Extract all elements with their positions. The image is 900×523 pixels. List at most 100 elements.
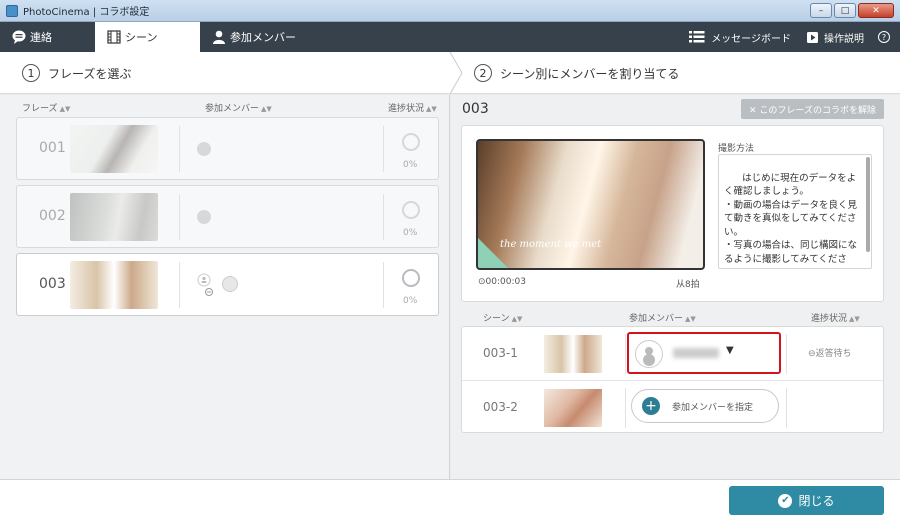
sort-icon: ▲▼ [849,315,860,323]
step-1: 1 フレーズを選ぶ [22,52,131,94]
divider [625,388,626,428]
step-1-number: 1 [22,64,40,82]
divider [179,262,180,308]
scene-members-header-label: 参加メンバー [629,314,684,324]
video-caption: the moment we met [500,239,602,250]
progress-column-header[interactable]: 進捗状況 ▲▼ [388,101,437,114]
play-icon [807,31,818,43]
phrase-thumbnail [70,125,158,173]
scene-detail-card: the moment we met ⊙00:00:03 从8拍 撮影方法 はじめ… [461,125,884,302]
progress-ring-icon [402,269,420,287]
plus-icon: + [642,397,660,415]
footer: ✔ 閉じる [0,479,900,523]
progress-ring-icon [402,133,420,151]
assign-member-label: 参加メンバーを指定 [672,402,754,413]
progress-percent: 0% [403,228,418,238]
member-placeholder-icon [222,276,238,292]
divider [625,334,626,374]
app-icon [6,4,18,17]
sort-icon: ▲▼ [426,105,437,113]
shooting-method-content: はじめに現在のデータをよく確認しましょう。 ・動画の場合はデータを良く見て動きを… [724,172,858,269]
tab-members-label: 参加メンバー [230,31,296,44]
scene-column-header[interactable]: シーン ▲▼ [483,311,522,324]
progress-percent: 0% [403,296,418,306]
progress-ring-icon [402,201,420,219]
sort-icon: ▲▼ [59,105,71,113]
phrase-row-002[interactable]: 002 0% [16,185,439,248]
members-column-header[interactable]: 参加メンバー ▲▼ [205,101,272,114]
phrase-panel: フレーズ ▲▼ 参加メンバー ▲▼ 進捗状況 ▲▼ 001 0% 002 0% 003 [0,95,450,479]
scene-row-003-1[interactable]: 003-1 ▼ ⊖返答待ち [462,327,883,380]
tab-contact[interactable]: 連絡 [0,22,95,52]
beat-count: 从8拍 [676,280,700,290]
shooting-method-text[interactable]: はじめに現在のデータをよく確認しましょう。 ・動画の場合はデータを良く見て動きを… [718,154,872,269]
step-2-number: 2 [474,64,492,82]
window-controls: – □ ✕ [810,3,894,18]
minimize-button[interactable]: – [810,3,832,18]
scene-id: 003-1 [483,346,518,360]
check-icon: ✔ [778,493,793,508]
phrase-number: 001 [39,140,66,156]
scene-number: 003 [462,101,489,117]
divider [383,126,384,172]
member-placeholder-icon [197,142,211,156]
tab-scene[interactable]: シーン [95,22,200,52]
member-select-dropdown[interactable]: ▼ [627,332,781,374]
divider [383,262,384,308]
members-header-label: 参加メンバー [205,104,260,114]
step-2-label: シーン別にメンバーを割り当てる [500,66,680,81]
shooting-method-label: 撮影方法 [718,144,755,154]
phrase-number: 002 [39,208,66,224]
scene-thumbnail [544,389,602,427]
person-icon [213,30,225,44]
chevron-down-icon: ▼ [726,345,734,356]
chat-bubble-icon [12,30,26,44]
step-1-label: フレーズを選ぶ [48,66,132,81]
list-icon [689,31,705,43]
scene-row-003-2[interactable]: 003-2 + 参加メンバーを指定 [462,380,883,433]
tab-contact-label: 連絡 [30,31,52,44]
step-header: 1 フレーズを選ぶ 2 シーン別にメンバーを割り当てる [0,52,900,94]
sort-icon: ▲▼ [511,315,523,323]
scene-id: 003-2 [483,400,518,414]
scene-progress-header-label: 進捗状況 [811,314,848,324]
scene-panel: 003 ✕ このフレーズのコラボを解除 the moment we met ⊙0… [451,95,900,479]
member-pending-icon [197,273,213,296]
nav-right: メッセージボード 操作説明 ? [681,22,900,52]
operation-help-link[interactable]: 操作説明 [799,30,872,45]
close-button[interactable]: ✔ 閉じる [729,486,884,515]
divider [786,334,787,374]
sort-icon: ▲▼ [685,315,696,323]
maximize-button[interactable]: □ [834,3,856,18]
phrase-header-label: フレーズ [22,104,58,114]
title-bar: PhotoCinema | コラボ設定 – □ ✕ [0,0,900,22]
operation-help-label: 操作説明 [824,33,864,45]
scene-members-column-header[interactable]: 参加メンバー ▲▼ [629,311,696,324]
phrase-row-003[interactable]: 003 0% [16,253,439,316]
divider [786,388,787,428]
scene-header-label: シーン [483,314,510,324]
member-name-blurred [673,348,719,358]
scene-progress-column-header[interactable]: 進捗状況 ▲▼ [811,311,860,324]
avatar-icon [635,340,663,368]
window-title: PhotoCinema | コラボ設定 [23,7,150,18]
unlink-collab-button[interactable]: ✕ このフレーズのコラボを解除 [741,99,884,119]
tab-members[interactable]: 参加メンバー [200,22,330,52]
assign-member-button[interactable]: + 参加メンバーを指定 [631,389,779,423]
timecode: ⊙00:00:03 [478,277,526,287]
video-preview[interactable]: the moment we met [476,139,705,270]
divider [383,194,384,240]
film-strip-icon [107,30,121,44]
message-board-link[interactable]: メッセージボード [681,30,799,45]
top-navigation: 連絡 シーン 参加メンバー メッセージボード 操作説明 ? [0,22,900,52]
status-awaiting-reply: ⊖返答待ち [808,349,852,359]
close-window-button[interactable]: ✕ [858,3,894,18]
step-arrow-icon [449,52,463,94]
divider [179,194,180,240]
phrase-row-001[interactable]: 001 0% [16,117,439,180]
help-icon[interactable]: ? [878,31,890,43]
message-board-label: メッセージボード [711,33,791,45]
scrollbar[interactable] [866,157,870,252]
step-2: 2 シーン別にメンバーを割り当てる [474,52,679,94]
phrase-column-header[interactable]: フレーズ ▲▼ [22,101,70,114]
